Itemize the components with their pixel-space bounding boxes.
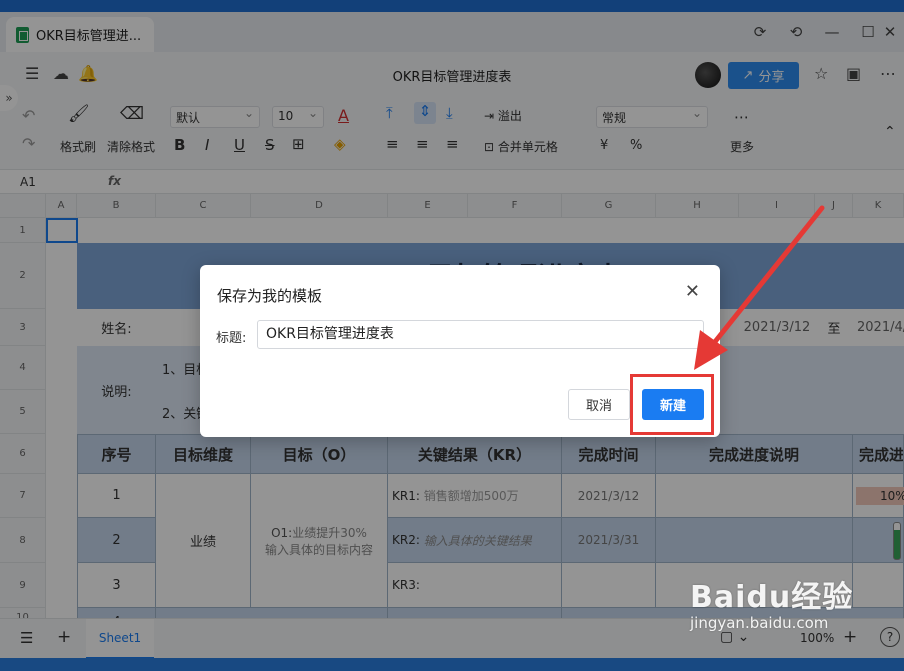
title-label: 标题:	[216, 331, 247, 346]
watermark-url: jingyan.baidu.com	[690, 614, 829, 632]
cancel-button[interactable]: 取消	[568, 389, 630, 420]
title-input[interactable]: OKR目标管理进度表	[257, 320, 704, 349]
watermark: Baidu经验 jingyan.baidu.com	[690, 572, 853, 632]
watermark-brand: Baidu经验	[690, 580, 854, 615]
arrow-annotation	[694, 205, 825, 370]
highlight-box	[630, 374, 714, 435]
dialog-title: 保存为我的模板	[217, 287, 323, 305]
